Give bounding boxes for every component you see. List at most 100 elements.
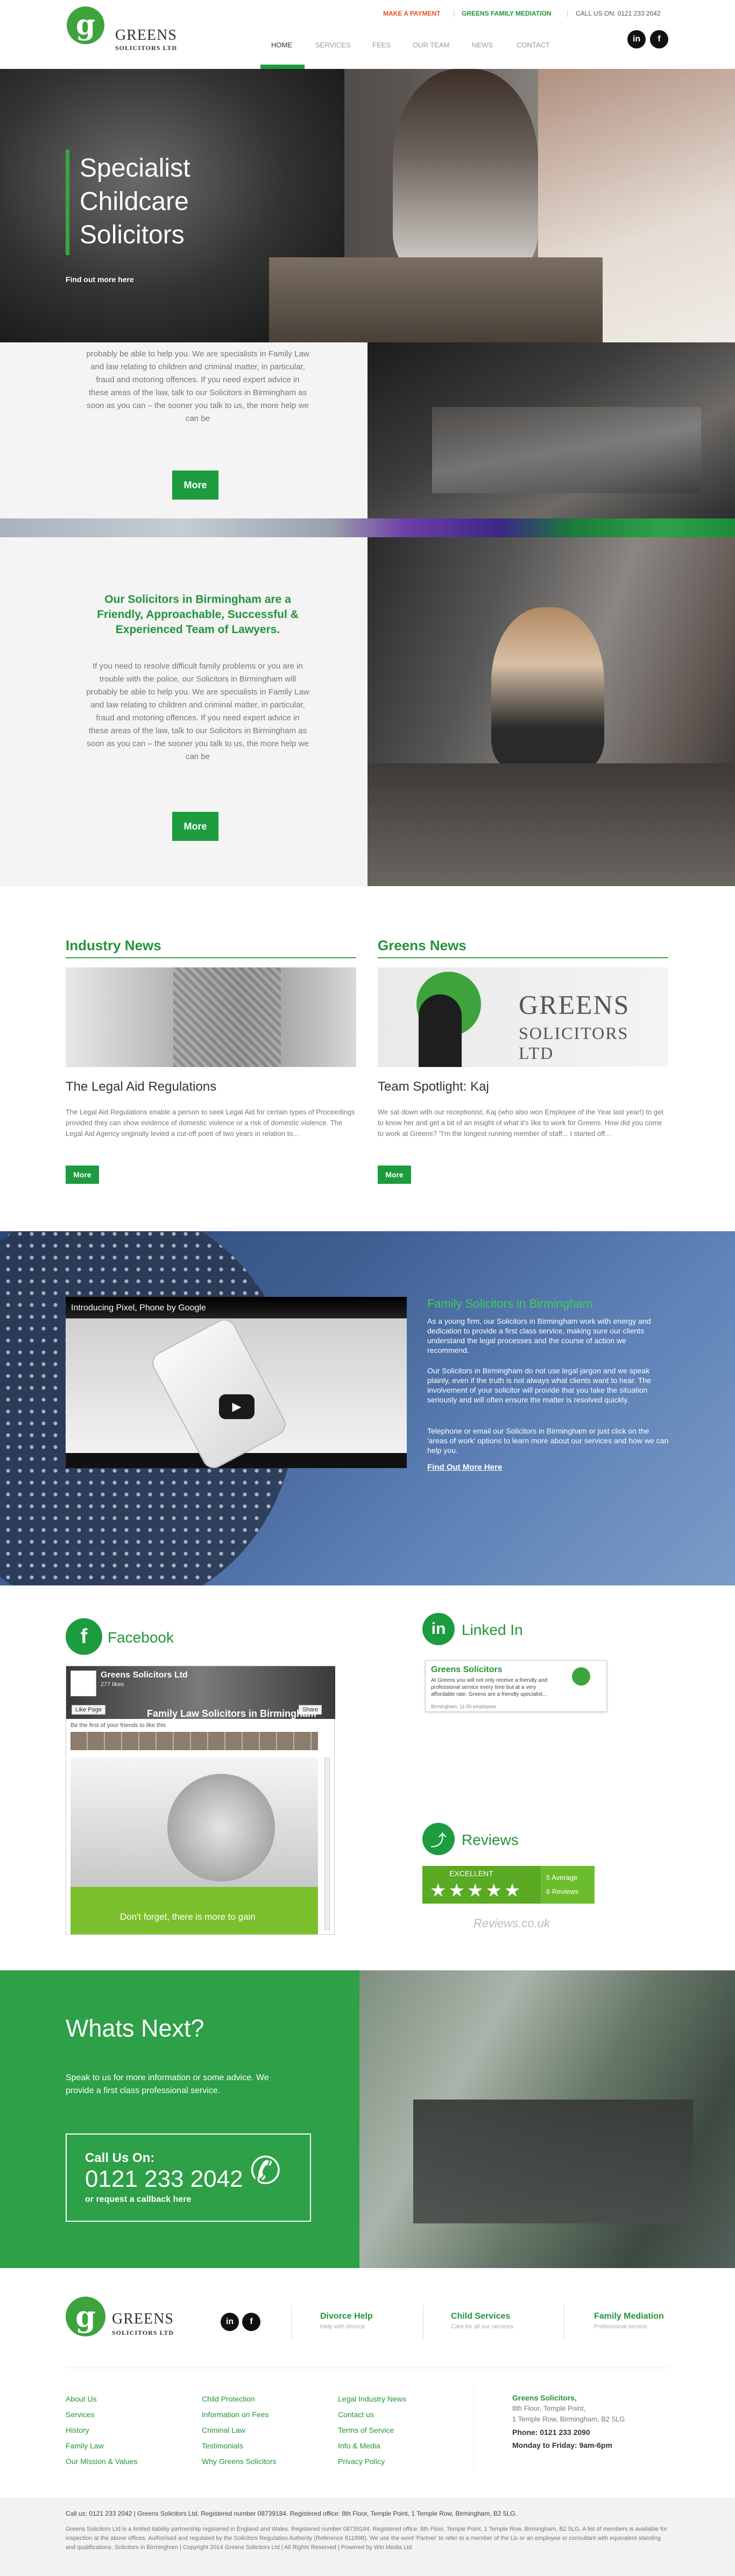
video-link[interactable]: Find Out More Here <box>427 1463 502 1472</box>
reviews-average: 5 Average <box>546 1873 578 1882</box>
article-title[interactable]: The Legal Aid Regulations <box>66 1079 216 1094</box>
footer-bottom: Call us: 0121 233 2042 | Greens Solicito… <box>0 2498 735 2576</box>
whats-next-text: Speak to us for more information or some… <box>66 2073 269 2095</box>
call-box[interactable]: Call Us On: 0121 233 2042 or request a c… <box>66 2133 311 2222</box>
video-title[interactable]: Introducing Pixel, Phone by Google <box>71 1303 206 1313</box>
fb-likes: 277 likes <box>101 1681 124 1688</box>
nav-services[interactable]: SERVICES <box>315 41 351 49</box>
nav-our-team[interactable]: OUR TEAM <box>413 41 449 49</box>
video-player[interactable]: Introducing Pixel, Phone by Google ▶ <box>66 1297 407 1472</box>
call-phone[interactable]: 0121 233 2042 <box>85 2166 243 2193</box>
footer-logo-name[interactable]: GREENS <box>112 2311 174 2328</box>
nav-news[interactable]: NEWS <box>472 41 493 49</box>
intro-more-button[interactable]: More <box>172 812 218 841</box>
article-title[interactable]: Team Spotlight: Kaj <box>378 1079 489 1094</box>
footer-link[interactable]: Services <box>66 2407 138 2423</box>
facebook-widget[interactable]: Greens Solicitors Ltd 277 likes Like Pag… <box>66 1666 335 1935</box>
hero-title-line: Childcare <box>80 187 189 216</box>
whats-next-photo <box>359 1970 735 2268</box>
nav-contact[interactable]: CONTACT <box>517 41 550 49</box>
footer-link[interactable]: History <box>66 2423 138 2438</box>
greens-news-image[interactable]: GREENS SOLICITORS LTD <box>378 967 668 1067</box>
footer-facebook-icon[interactable]: f <box>242 2313 260 2331</box>
hero-link[interactable]: Find out more here <box>66 275 134 284</box>
footer-service-title[interactable]: Child Services <box>451 2312 510 2321</box>
footer-link[interactable]: Legal Industry News <box>338 2391 406 2407</box>
greens-news-title: Greens News <box>378 937 467 953</box>
footer-link[interactable]: Why Greens Solicitors <box>202 2454 276 2469</box>
linkedin-icon[interactable]: in <box>627 30 646 48</box>
footer-link[interactable]: Our Mission & Values <box>66 2454 138 2469</box>
whats-next-panel: Whats Next? Speak to us for more informa… <box>0 1970 359 2268</box>
footer-link[interactable]: Terms of Service <box>338 2423 406 2438</box>
linkedin-card-text: At Greens you will not only receive a fr… <box>431 1677 548 1697</box>
logo-icon[interactable]: g <box>67 6 104 44</box>
make-payment-link[interactable]: MAKE A PAYMENT <box>383 10 440 17</box>
site-header: g GREENS SOLICITORS LTD MAKE A PAYMENT G… <box>0 0 735 69</box>
footer-links-col3: Legal Industry News Contact us Terms of … <box>338 2391 406 2469</box>
facebook-icon[interactable]: f <box>66 1618 102 1655</box>
article-text: We sat down with our receptionist, Kaj (… <box>378 1108 663 1138</box>
fb-post-image <box>70 1758 318 1887</box>
video-p2: Our Solicitors in Birmingham do not use … <box>427 1366 651 1404</box>
footer-link[interactable]: Criminal Law <box>202 2423 276 2438</box>
footer-logo-icon[interactable]: g <box>66 2297 105 2336</box>
footer-links-col2: Child Protection Information on Fees Cri… <box>202 2391 276 2469</box>
reviews-count: 6 Reviews <box>546 1887 578 1896</box>
footer-link[interactable]: Child Protection <box>202 2391 276 2407</box>
mediation-link[interactable]: GREENS FAMILY MEDIATION <box>462 10 551 17</box>
video-frame <box>66 1315 407 1472</box>
logo-letter: g <box>75 9 96 41</box>
hero-title: Specialist Childcare Solicitors <box>80 152 190 252</box>
hero-title-bar <box>66 150 69 255</box>
share-icon[interactable]: ⤴ <box>422 1823 455 1855</box>
call-us-text: CALL US ON: 0121 233 2042 <box>576 10 661 17</box>
video-p3: Telephone or email our Solicitors in Bir… <box>427 1427 669 1455</box>
footer-link[interactable]: About Us <box>66 2391 138 2407</box>
linkedin-icon[interactable]: in <box>422 1613 455 1645</box>
intro-partial-text: probably be able to help you. We are spe… <box>86 349 309 423</box>
article-more-button[interactable]: More <box>378 1166 411 1184</box>
footer-divider <box>291 2305 292 2340</box>
fb-friends-row <box>70 1732 318 1750</box>
fb-scrollbar[interactable] <box>324 1758 330 1930</box>
footer-link[interactable]: Information on Fees <box>202 2407 276 2423</box>
footer-service-title[interactable]: Divorce Help <box>320 2312 373 2321</box>
footer-phone[interactable]: Phone: 0121 233 2090 <box>512 2427 625 2438</box>
photo-table <box>413 2100 693 2223</box>
footer-link[interactable]: Family Law <box>66 2438 138 2454</box>
footer-legal: Greens Solicitors Ltd is a limited liabi… <box>66 2526 667 2551</box>
footer-link[interactable]: Info & Media <box>338 2438 406 2454</box>
footer-link[interactable]: Testimonials <box>202 2438 276 2454</box>
fb-be-first: Be the first of your friends to like thi… <box>70 1722 166 1729</box>
play-icon[interactable]: ▶ <box>219 1394 255 1419</box>
fb-like-page-button[interactable]: Like Page <box>72 1705 105 1715</box>
article-text: The Legal Aid Regulations enable a perso… <box>66 1108 355 1138</box>
photo-person <box>491 607 604 769</box>
footer-service-title[interactable]: Family Mediation <box>594 2312 664 2321</box>
photo-table <box>432 407 701 493</box>
video-heading: Family Solicitors in Birmingham <box>427 1297 592 1310</box>
linkedin-card-meta: Birmingham; 11-50 employees <box>431 1704 497 1709</box>
industry-news-image[interactable] <box>66 967 356 1067</box>
footer-link[interactable]: Contact us <box>338 2407 406 2423</box>
article-more-button[interactable]: More <box>66 1166 99 1184</box>
nav-home[interactable]: HOME <box>271 41 292 49</box>
footer-address: Greens Solicitors, 8th Floor, Temple Poi… <box>512 2392 625 2451</box>
address-line: 8th Floor, Temple Point, <box>512 2404 586 2412</box>
photo-table <box>367 763 735 886</box>
footer-service-sub: Professional service <box>594 2324 647 2330</box>
footer-link[interactable]: Privacy Policy <box>338 2454 406 2469</box>
footer-linkedin-icon[interactable]: in <box>221 2313 239 2331</box>
footer-divider <box>473 2385 474 2471</box>
linkedin-card[interactable]: Greens Solicitors At Greens you will not… <box>425 1660 607 1712</box>
intro-partial-more-button[interactable]: More <box>172 471 218 500</box>
fb-page-name[interactable]: Greens Solicitors Ltd <box>101 1670 188 1680</box>
callback-link[interactable]: or request a callback here <box>85 2195 191 2205</box>
facebook-icon[interactable]: f <box>650 30 668 48</box>
logo-name[interactable]: GREENS <box>115 27 177 44</box>
linkedin-card-title[interactable]: Greens Solicitors <box>431 1665 503 1675</box>
reviews-widget[interactable]: EXCELLENT ★★★★★ 5 Average 6 Reviews <box>422 1866 595 1904</box>
nav-fees[interactable]: FEES <box>372 41 391 49</box>
reviews-brand[interactable]: Reviews.co.uk <box>473 1917 550 1931</box>
